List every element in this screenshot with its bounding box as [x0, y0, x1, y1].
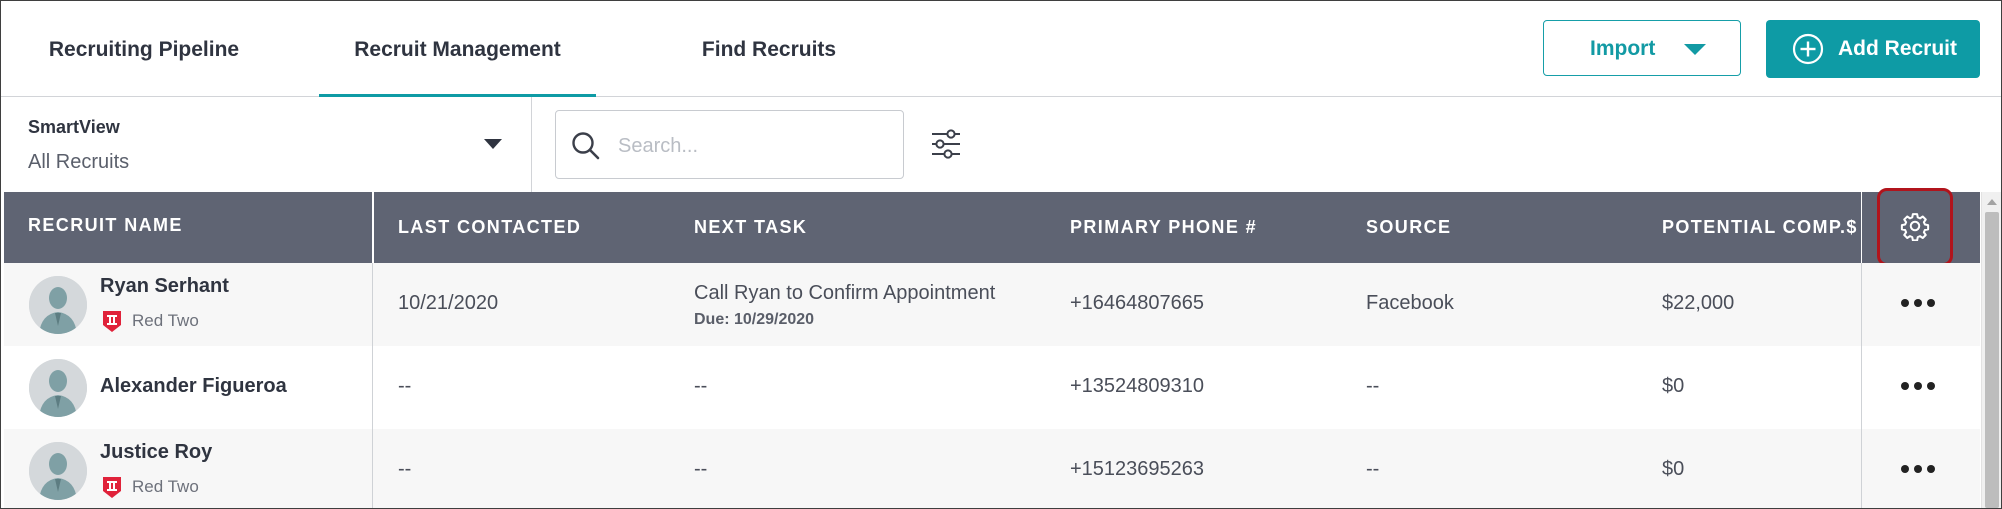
recruit-management-window: Recruiting Pipeline Recruit Management F…: [0, 0, 2002, 509]
tab-find-recruits[interactable]: Find Recruits: [636, 1, 902, 96]
more-options-icon[interactable]: [1901, 382, 1935, 390]
source: --: [1366, 458, 1380, 480]
primary-phone[interactable]: +13524809310: [1070, 375, 1204, 398]
scrollbar-thumb[interactable]: [1985, 212, 1999, 508]
chevron-down-icon: [1684, 44, 1706, 55]
add-recruit-label: Add Recruit: [1838, 37, 1958, 60]
column-divider: [372, 192, 374, 263]
table-row[interactable]: Justice Roy Red Two -- -- +15123695263 -…: [4, 429, 1980, 508]
next-task: --: [694, 375, 708, 397]
last-contacted: --: [398, 375, 412, 397]
task-due-date: Due: 10/29/2020: [694, 311, 815, 328]
caret-down-icon: [484, 139, 502, 149]
scroll-up-arrow-icon[interactable]: [1987, 199, 1997, 205]
column-divider: [1861, 346, 1862, 429]
person-placeholder-icon: [29, 442, 87, 500]
plus-circle-icon: [1792, 33, 1824, 65]
team-label: Red Two: [132, 311, 199, 330]
column-divider: [372, 346, 373, 429]
primary-phone[interactable]: +16464807665: [1070, 292, 1204, 315]
tab-recruit-management[interactable]: Recruit Management: [319, 1, 596, 97]
gear-icon: [1900, 213, 1930, 241]
potential-comp: $0: [1662, 375, 1685, 397]
column-header-potential-comp[interactable]: POTENTIAL COMP.$: [1662, 192, 1858, 263]
column-divider: [1861, 263, 1862, 346]
potential-comp: $0: [1662, 458, 1685, 480]
column-header-recruit-name[interactable]: RECRUIT NAME: [28, 190, 183, 261]
column-header-primary-phone[interactable]: PRIMARY PHONE #: [1070, 192, 1257, 263]
smartview-dropdown[interactable]: SmartView All Recruits: [1, 97, 532, 192]
column-divider: [372, 429, 373, 508]
search-box: [555, 110, 904, 179]
table-row[interactable]: Ryan Serhant Red Two 10/21/2020 Call Rya…: [4, 263, 1980, 346]
table-header: RECRUIT NAME LAST CONTACTED NEXT TASK PR…: [4, 192, 1980, 263]
column-header-source[interactable]: SOURCE: [1366, 192, 1451, 263]
avatar[interactable]: [29, 359, 87, 417]
table-row[interactable]: Alexander Figueroa -- -- +13524809310 --…: [4, 346, 1980, 429]
recruit-name[interactable]: Justice Roy: [100, 441, 212, 464]
avatar[interactable]: [29, 276, 87, 334]
column-header-next-task[interactable]: NEXT TASK: [694, 192, 807, 263]
last-contacted: 10/21/2020: [398, 292, 499, 314]
source: --: [1366, 375, 1380, 397]
filter-bar: SmartView All Recruits: [1, 97, 2001, 192]
person-placeholder-icon: [29, 276, 87, 334]
potential-comp: $22,000: [1662, 292, 1735, 314]
team-label: Red Two: [132, 477, 199, 496]
search-input[interactable]: [616, 129, 890, 163]
column-settings-button[interactable]: [1877, 188, 1953, 266]
source: Facebook: [1366, 292, 1454, 314]
next-task[interactable]: Call Ryan to Confirm Appointment: [694, 282, 995, 305]
last-contacted: --: [398, 458, 412, 480]
smartview-title: SmartView: [28, 117, 120, 137]
column-header-last-contacted[interactable]: LAST CONTACTED: [398, 192, 581, 263]
vertical-scrollbar[interactable]: [1981, 192, 2001, 508]
recruit-name[interactable]: Alexander Figueroa: [100, 375, 287, 398]
person-placeholder-icon: [29, 359, 87, 417]
next-task: --: [694, 458, 708, 480]
search-icon: [572, 132, 600, 160]
more-options-icon[interactable]: [1901, 465, 1935, 473]
smartview-selected: All Recruits: [28, 151, 130, 173]
filter-sliders-icon[interactable]: [930, 127, 962, 161]
primary-phone[interactable]: +15123695263: [1070, 458, 1204, 481]
team-badge-icon: [103, 477, 121, 498]
team-badge-icon: [103, 311, 121, 332]
column-divider: [1861, 192, 1862, 263]
avatar[interactable]: [29, 442, 87, 500]
recruit-name[interactable]: Ryan Serhant: [100, 275, 229, 298]
column-divider: [1861, 429, 1862, 508]
top-navigation: Recruiting Pipeline Recruit Management F…: [1, 1, 2001, 97]
import-label: Import: [1590, 37, 1656, 60]
add-recruit-button[interactable]: Add Recruit: [1766, 20, 1980, 78]
column-divider: [372, 263, 373, 346]
more-options-icon[interactable]: [1901, 299, 1935, 307]
tab-recruiting-pipeline[interactable]: Recruiting Pipeline: [24, 1, 264, 96]
import-dropdown-button[interactable]: Import: [1543, 20, 1741, 76]
